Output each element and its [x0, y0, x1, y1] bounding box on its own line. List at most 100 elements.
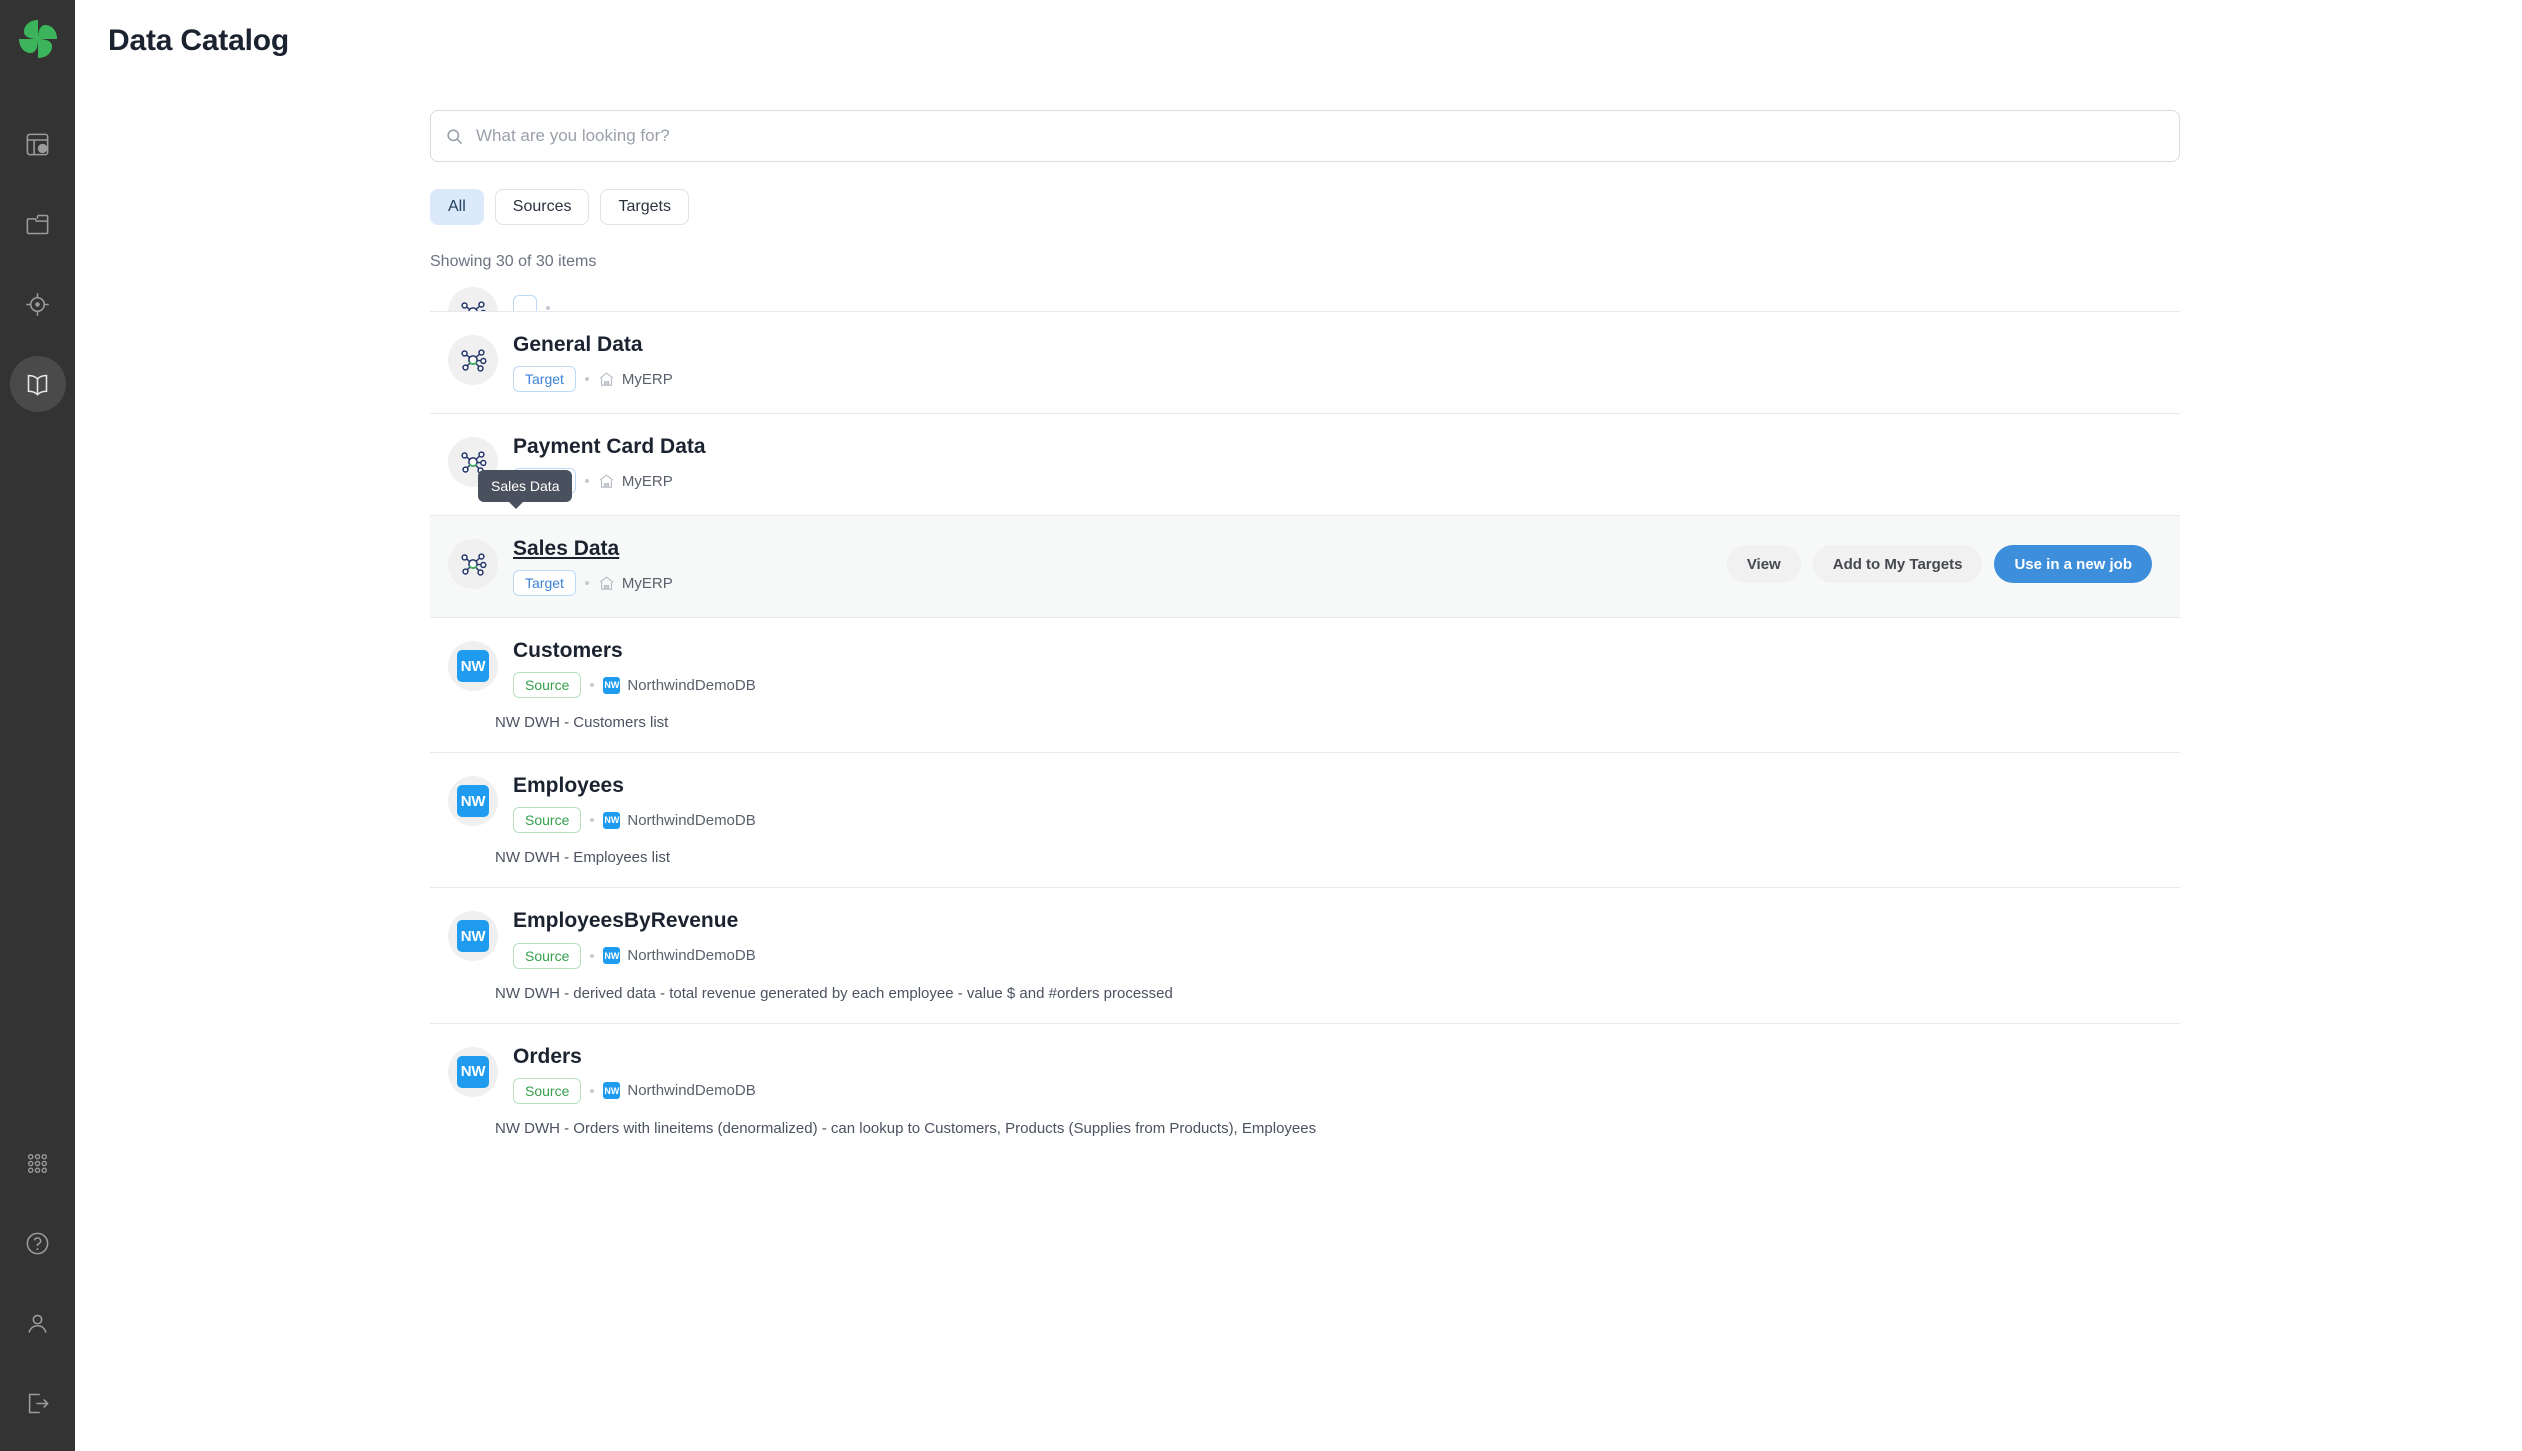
- status-badge: Target: [513, 570, 576, 596]
- list-item-body: EmployeesByRevenue Source NW NorthwindDe…: [513, 909, 2180, 1001]
- sidebar-item-account[interactable]: [10, 1295, 66, 1351]
- list-item[interactable]: NW Customers Source NW NorthwindDemoDB: [430, 617, 2180, 752]
- filter-tab-all[interactable]: All: [430, 189, 484, 225]
- list-item-meta: Source NW NorthwindDemoDB: [513, 1078, 2180, 1104]
- sidebar-item-projects[interactable]: [10, 196, 66, 252]
- search-icon: [445, 127, 464, 146]
- list-item-meta: Source NW NorthwindDemoDB: [513, 807, 2180, 833]
- results-list: General Data Target MyERP: [430, 285, 2180, 1158]
- list-item-body: General Data Target MyERP: [513, 333, 2180, 392]
- list-item-description: NW DWH - Employees list: [495, 849, 2180, 866]
- app-logo[interactable]: [11, 12, 65, 66]
- separator-dot: [590, 954, 594, 958]
- list-item-title[interactable]: Customers: [513, 639, 623, 662]
- avatar: [448, 335, 498, 385]
- separator-dot: [585, 377, 589, 381]
- building-icon: [598, 473, 615, 490]
- list-item[interactable]: NW EmployeesByRevenue Source NW Northwin…: [430, 887, 2180, 1022]
- nw-tile-icon: NW: [457, 920, 489, 952]
- list-item-meta: Source NW NorthwindDemoDB: [513, 943, 2180, 969]
- list-item[interactable]: NW Employees Source NW NorthwindDemoDB: [430, 752, 2180, 887]
- system-name: MyERP: [598, 473, 673, 490]
- list-item-description: NW DWH - derived data - total revenue ge…: [495, 985, 2180, 1002]
- building-icon: [598, 575, 615, 592]
- sidebar-item-data-tables[interactable]: [10, 116, 66, 172]
- list-item-body: Payment Card Data Target MyERP: [513, 435, 2180, 494]
- filter-tab-sources[interactable]: Sources: [495, 189, 590, 225]
- status-badge: Source: [513, 672, 581, 698]
- status-badge: Source: [513, 943, 581, 969]
- separator-dot: [590, 818, 594, 822]
- nw-tile-icon: NW: [603, 947, 620, 964]
- system-label: NorthwindDemoDB: [627, 812, 755, 829]
- list-item-body: Orders Source NW NorthwindDemoDB NW DWH …: [513, 1045, 2180, 1137]
- use-in-a-new-job-button[interactable]: Use in a new job: [1994, 545, 2152, 583]
- avatar: NW: [448, 1047, 498, 1097]
- list-item-meta: [513, 295, 2180, 311]
- primary-sidebar: [0, 0, 75, 1451]
- avatar: [448, 539, 498, 589]
- network-nodes-icon: [458, 345, 488, 375]
- list-item-body: Sales Data Target MyERP: [513, 537, 1707, 596]
- list-item-title[interactable]: EmployeesByRevenue: [513, 909, 738, 932]
- logout-icon: [24, 1390, 51, 1417]
- list-item-meta: Target MyERP: [513, 366, 2180, 392]
- filter-tabs: All Sources Targets: [430, 189, 2180, 225]
- user-account-icon: [24, 1310, 51, 1337]
- system-label: NorthwindDemoDB: [627, 677, 755, 694]
- building-icon: [598, 371, 615, 388]
- list-item-title[interactable]: General Data: [513, 333, 643, 356]
- sidebar-item-targets[interactable]: [10, 276, 66, 332]
- separator-dot: [546, 306, 550, 310]
- system-label: NorthwindDemoDB: [627, 1082, 755, 1099]
- list-item[interactable]: General Data Target MyERP: [430, 311, 2180, 413]
- list-item[interactable]: NW Orders Source NW NorthwindDemoDB N: [430, 1023, 2180, 1158]
- list-item-title[interactable]: Sales Data: [513, 537, 619, 560]
- list-item-description: NW DWH - Orders with lineitems (denormal…: [495, 1120, 2180, 1137]
- nw-tile-icon: NW: [603, 1082, 620, 1099]
- page-title: Data Catalog: [75, 0, 2522, 58]
- list-item-title[interactable]: Orders: [513, 1045, 582, 1068]
- system-name: NW NorthwindDemoDB: [603, 1082, 755, 1099]
- system-name: MyERP: [598, 371, 673, 388]
- list-item[interactable]: Payment Card Data Target MyERP: [430, 413, 2180, 515]
- system-label: MyERP: [622, 473, 673, 490]
- status-badge: Source: [513, 1078, 581, 1104]
- list-item[interactable]: [430, 285, 2180, 311]
- item-tooltip: Sales Data: [478, 470, 572, 502]
- view-button[interactable]: View: [1727, 545, 1801, 583]
- app-root: Data Catalog All Sources Targets Showing…: [0, 0, 2522, 1451]
- list-item-body: [513, 285, 2180, 311]
- filter-tab-targets[interactable]: Targets: [600, 189, 688, 225]
- nw-tile-icon: NW: [603, 677, 620, 694]
- sidebar-item-apps[interactable]: [10, 1135, 66, 1191]
- sidebar-item-data-catalog[interactable]: [10, 356, 66, 412]
- nw-tile-icon: NW: [603, 812, 620, 829]
- search-input[interactable]: [476, 126, 2165, 146]
- avatar: NW: [448, 911, 498, 961]
- apps-grid-icon: [25, 1151, 50, 1176]
- table-data-icon: [24, 131, 51, 158]
- system-label: NorthwindDemoDB: [627, 947, 755, 964]
- avatar: NW: [448, 776, 498, 826]
- list-item-hovered[interactable]: Sales Data Sales Data: [430, 515, 2180, 617]
- sidebar-item-help[interactable]: [10, 1215, 66, 1271]
- status-badge: Source: [513, 807, 581, 833]
- list-item-meta: Target MyERP: [513, 570, 1707, 596]
- book-catalog-icon: [24, 371, 51, 398]
- separator-dot: [590, 683, 594, 687]
- sidebar-top-nav: [10, 116, 66, 412]
- help-circle-icon: [24, 1230, 51, 1257]
- nw-tile-icon: NW: [457, 650, 489, 682]
- separator-dot: [585, 479, 589, 483]
- list-item-title[interactable]: Payment Card Data: [513, 435, 706, 458]
- system-name: NW NorthwindDemoDB: [603, 947, 755, 964]
- search-bar[interactable]: [430, 110, 2180, 162]
- list-item-title[interactable]: Employees: [513, 774, 624, 797]
- add-to-my-targets-button[interactable]: Add to My Targets: [1813, 545, 1983, 583]
- network-nodes-icon: [458, 549, 488, 579]
- avatar: NW: [448, 641, 498, 691]
- sidebar-bottom-nav: [10, 1135, 66, 1431]
- clover-logo-icon: [15, 16, 61, 62]
- sidebar-item-logout[interactable]: [10, 1375, 66, 1431]
